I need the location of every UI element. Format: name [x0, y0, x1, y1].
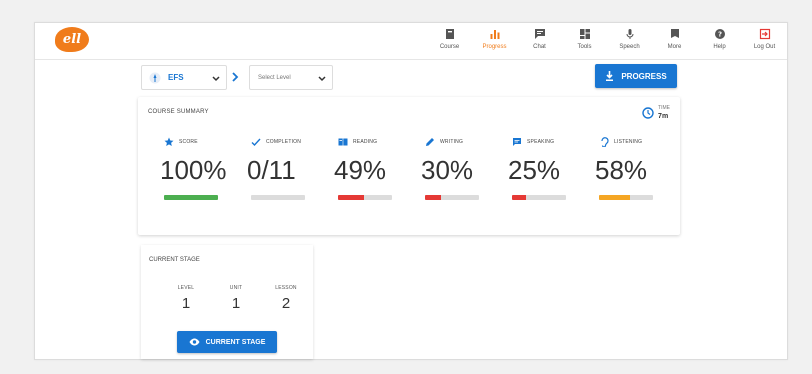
metric-progress-fill — [599, 195, 631, 200]
metric-progress-fill — [512, 195, 526, 200]
stage-level-label: LEVEL — [177, 285, 195, 291]
metric-label: SPEAKING — [527, 139, 555, 145]
chevron-right-icon — [231, 70, 239, 88]
time-spent: TIME 7m — [642, 105, 670, 121]
metric-value: 0/11 — [247, 155, 296, 185]
clock-icon — [642, 107, 654, 119]
metric-progress-fill — [425, 195, 442, 200]
stage-level-value: 1 — [181, 295, 191, 312]
stage-lesson-label: LESSON — [275, 285, 297, 291]
nav-item-course[interactable]: Course — [427, 27, 472, 57]
course-name: EFS — [168, 73, 184, 82]
metric-progress-fill — [164, 195, 218, 200]
metric-writing: WRITING 30% — [421, 137, 515, 200]
stage-values: LEVEL 1 UNIT 1 LESSON 2 — [161, 285, 311, 312]
metric-completion: COMPLETION 0/11 — [247, 137, 341, 200]
svg-text:?: ? — [717, 31, 721, 39]
stage-level: LEVEL 1 — [161, 285, 211, 312]
metric-label: SCORE — [179, 139, 198, 145]
progress-bar-icon — [488, 27, 502, 41]
nav-item-tools[interactable]: Tools — [562, 27, 607, 57]
download-icon — [605, 71, 614, 81]
nav-label-course: Course — [439, 44, 460, 50]
logout-icon — [758, 27, 772, 41]
chat-icon — [533, 27, 547, 41]
metric-value: 100% — [160, 155, 227, 185]
current-stage-button-label: CURRENT STAGE — [205, 338, 266, 346]
metric-label: COMPLETION — [266, 139, 302, 145]
course-icon — [443, 27, 457, 41]
current-stage-card: CURRENT STAGE LEVEL 1 UNIT 1 LESSON 2 CU… — [141, 245, 313, 359]
metric-progress-bar — [425, 195, 479, 200]
metric-progress-bar — [164, 195, 218, 200]
help-icon: ? — [713, 27, 727, 41]
star-icon — [164, 137, 174, 147]
metric-value: 30% — [421, 155, 474, 185]
nav-item-chat[interactable]: Chat — [517, 27, 562, 57]
main-nav: Course Progress Chat Tools Speech More ?… — [427, 27, 787, 57]
metric-progress-bar — [512, 195, 566, 200]
metric-progress-fill — [338, 195, 365, 200]
metric-progress-bar — [338, 195, 392, 200]
nav-label-speech: Speech — [619, 44, 640, 50]
metric-score: SCORE 100% — [160, 137, 254, 200]
ear-icon — [599, 137, 609, 147]
microphone-icon — [623, 27, 637, 41]
metric-progress-bar — [251, 195, 305, 200]
stage-unit-label: UNIT — [229, 285, 243, 291]
course-summary-title: COURSE SUMMARY — [148, 109, 209, 115]
metric-progress-bar — [599, 195, 653, 200]
nav-item-more[interactable]: More — [652, 27, 697, 57]
nav-label-more: More — [667, 44, 682, 50]
metric-value: 25% — [508, 155, 561, 185]
eye-icon — [189, 338, 200, 346]
nav-label-progress: Progress — [482, 44, 507, 50]
time-label: TIME — [658, 105, 670, 111]
stage-unit-value: 1 — [231, 295, 241, 312]
nav-label-chat: Chat — [533, 44, 546, 50]
level-select-placeholder: Select Level — [258, 74, 291, 81]
chevron-down-icon — [318, 69, 326, 87]
nav-item-logout[interactable]: Log Out — [742, 27, 787, 57]
metric-label: WRITING — [440, 139, 464, 145]
metric-listening: LISTENING 58% — [595, 137, 689, 200]
logo-text: ell — [62, 32, 82, 47]
top-navigation-bar: ell Course Progress Chat Tools Speech Mo… — [35, 23, 787, 60]
nav-label-logout: Log Out — [753, 44, 776, 50]
nav-item-help[interactable]: ? Help — [697, 27, 742, 57]
current-stage-title: CURRENT STAGE — [149, 257, 200, 263]
tools-icon — [578, 27, 592, 41]
chevron-down-icon — [212, 69, 220, 87]
stage-unit: UNIT 1 — [211, 285, 261, 312]
progress-download-button[interactable]: PROGRESS — [595, 64, 677, 88]
book-icon — [338, 137, 348, 147]
course-selector[interactable]: EFS — [141, 65, 227, 90]
metric-label: READING — [353, 139, 378, 145]
level-select[interactable]: Select Level — [249, 65, 333, 90]
metric-value: 49% — [334, 155, 387, 185]
metric-value: 58% — [595, 155, 648, 185]
metric-label: LISTENING — [614, 139, 643, 145]
check-icon — [251, 137, 261, 147]
course-summary-card: COURSE SUMMARY TIME 7m SCORE 100% COMPLE… — [138, 97, 680, 235]
ell-logo[interactable]: ell — [55, 27, 89, 52]
current-stage-button[interactable]: CURRENT STAGE — [177, 331, 277, 353]
pencil-icon — [425, 137, 435, 147]
progress-button-label: PROGRESS — [621, 71, 667, 81]
time-value: 7m — [658, 113, 669, 120]
speech-bubble-icon — [512, 137, 522, 147]
metric-speaking: SPEAKING 25% — [508, 137, 602, 200]
stage-lesson: LESSON 2 — [261, 285, 311, 312]
course-flag-icon — [148, 71, 162, 85]
nav-item-speech[interactable]: Speech — [607, 27, 652, 57]
app-window: ell Course Progress Chat Tools Speech Mo… — [34, 22, 788, 360]
metric-reading: READING 49% — [334, 137, 428, 200]
stage-lesson-value: 2 — [281, 295, 291, 312]
nav-label-help: Help — [713, 44, 726, 50]
nav-item-progress[interactable]: Progress — [472, 27, 517, 57]
nav-label-tools: Tools — [577, 44, 592, 50]
more-icon — [668, 27, 682, 41]
